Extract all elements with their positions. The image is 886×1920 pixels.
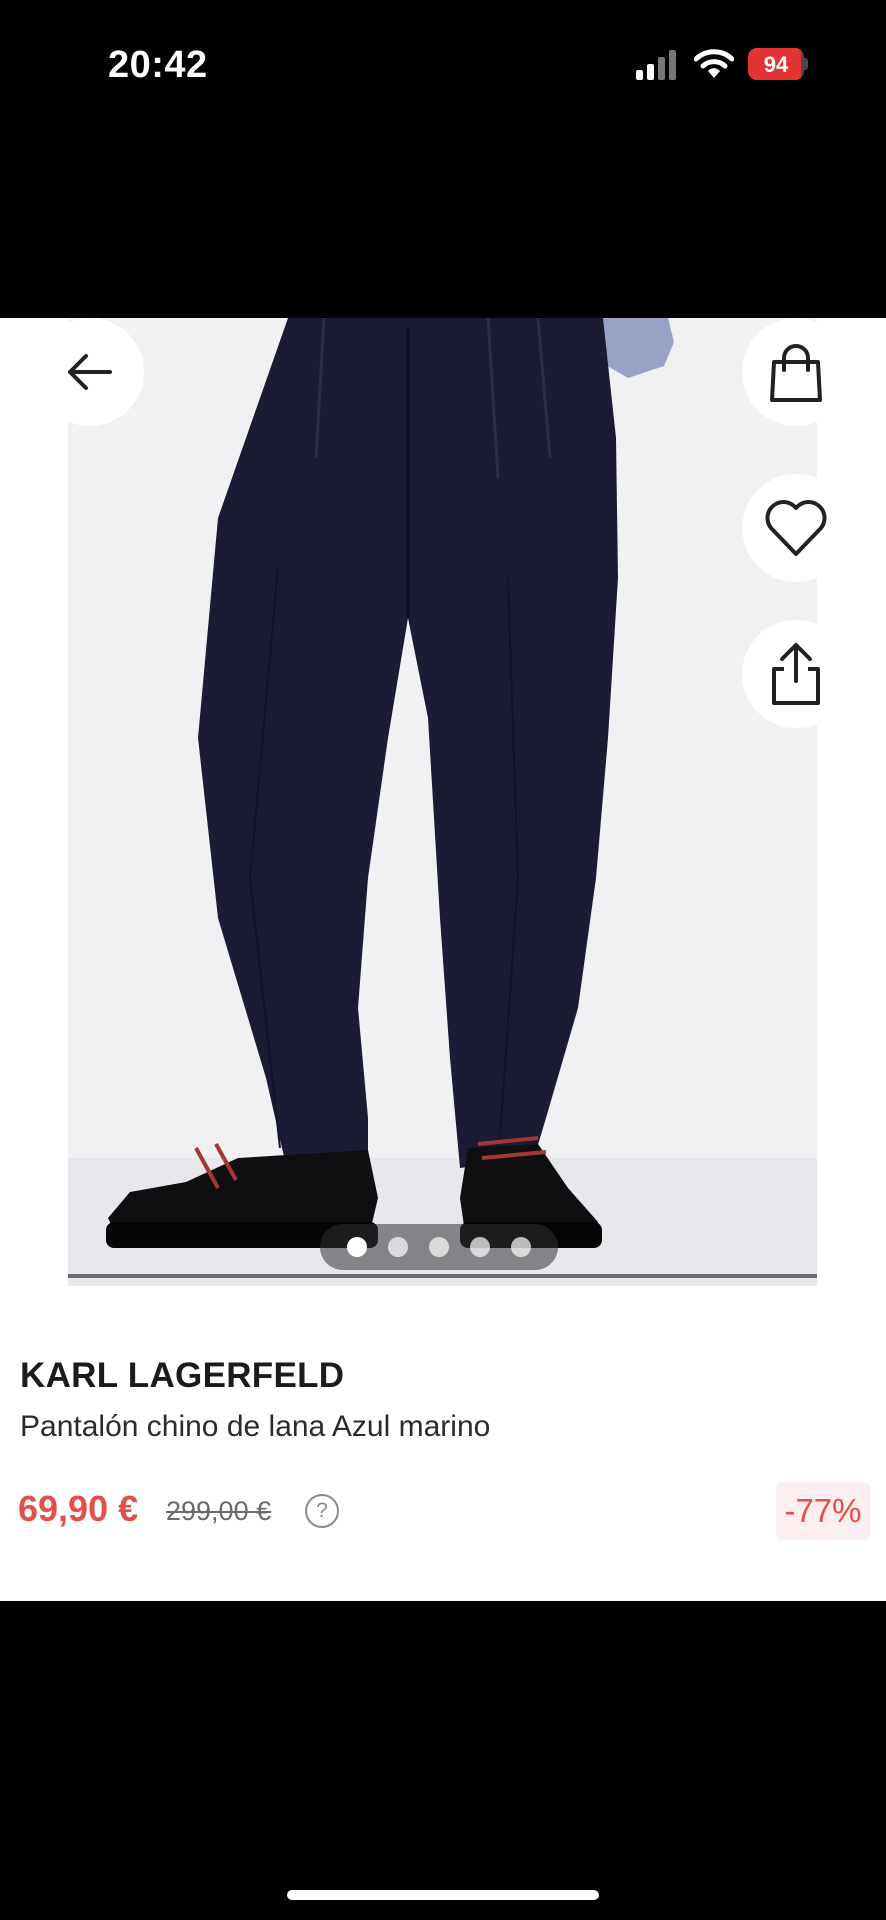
share-button[interactable] [742, 620, 850, 728]
product-name: Pantalón chino de lana Azul marino [20, 1410, 491, 1443]
product-page: KARL LAGERFELD Pantalón chino de lana Az… [0, 318, 886, 1601]
status-time: 20:42 [108, 44, 208, 86]
battery-percent: 94 [763, 52, 789, 77]
carousel-dot[interactable] [470, 1237, 490, 1257]
carousel-dot[interactable] [388, 1237, 408, 1257]
heart-icon [765, 500, 827, 556]
trousers-illustration [106, 318, 674, 1248]
carousel-dot[interactable] [347, 1237, 367, 1257]
carousel-indicator[interactable] [320, 1224, 558, 1270]
sale-price: 69,90 € [18, 1488, 139, 1529]
status-bar: 20:42 94 [0, 0, 886, 130]
product-image[interactable] [68, 318, 817, 1286]
carousel-dot[interactable] [511, 1237, 531, 1257]
discount-badge: -77% [776, 1482, 870, 1540]
share-icon [772, 643, 820, 705]
battery-icon: 94 [748, 48, 808, 80]
cellular-signal-icon [636, 50, 680, 80]
cart-button[interactable] [742, 318, 850, 426]
product-brand[interactable]: KARL LAGERFELD [20, 1356, 344, 1396]
shopping-bag-icon [770, 344, 822, 402]
home-indicator[interactable] [287, 1890, 599, 1900]
favorite-button[interactable] [742, 474, 850, 582]
wifi-icon [693, 48, 735, 80]
back-arrow-icon [68, 354, 112, 390]
original-price: 299,00 € [166, 1496, 272, 1526]
back-button[interactable] [36, 318, 144, 426]
price-info-icon[interactable]: ? [305, 1494, 339, 1528]
carousel-dot[interactable] [429, 1237, 449, 1257]
